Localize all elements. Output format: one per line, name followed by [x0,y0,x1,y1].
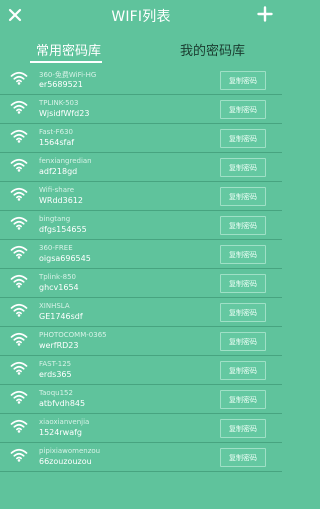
wifi-password: 1524rwafg [39,428,82,437]
page-title: WIFI列表 [111,9,171,25]
wifi-icon [10,129,28,143]
wifi-icon [10,332,28,346]
wifi-list: 360-免费WiFi-HG er5689521 复制密码 TPLINK-503 … [0,66,282,472]
tab-bar: 常用密码库 我的密码库 [0,33,282,63]
wifi-list-item: PHOTOCOMM-0365 werfRD23 复制密码 [0,327,282,356]
title-bar: WIFI列表 [0,0,282,33]
wifi-ssid: TPLINK-503 [39,99,79,107]
wifi-list-item: TPLINK-503 WjsidfWfd23 复制密码 [0,95,282,124]
wifi-ssid: xiaoxianvenjia [39,418,90,426]
wifi-list-item: Tplink-850 ghcv1654 复制密码 [0,269,282,298]
wifi-password: 66zouzouzou [39,457,92,466]
wifi-password: oigsa696545 [39,254,91,263]
wifi-password: werfRD23 [39,341,79,350]
wifi-list-item: XINHSLA GE1746sdf 复制密码 [0,298,282,327]
wifi-password: WjsidfWfd23 [39,109,90,118]
copy-password-button[interactable]: 复制密码 [220,274,266,293]
copy-password-button[interactable]: 复制密码 [220,100,266,119]
wifi-icon [10,419,28,433]
copy-password-button[interactable]: 复制密码 [220,332,266,351]
copy-password-button[interactable]: 复制密码 [220,216,266,235]
wifi-password: er5689521 [39,80,83,89]
wifi-icon [10,245,28,259]
wifi-list-item: FAST-125 erds365 复制密码 [0,356,282,385]
copy-password-button[interactable]: 复制密码 [220,390,266,409]
wifi-ssid: PHOTOCOMM-0365 [39,331,107,339]
wifi-icon [10,274,28,288]
active-tab-indicator [30,61,102,63]
wifi-password: WRdd3612 [39,196,83,205]
copy-password-button[interactable]: 复制密码 [220,419,266,438]
wifi-icon [10,448,28,462]
wifi-ssid: pipixiawomenzou [39,447,101,455]
wifi-icon [10,100,28,114]
wifi-list-item: 360-免费WiFi-HG er5689521 复制密码 [0,66,282,95]
wifi-ssid: fenxiangredian [39,157,92,165]
wifi-icon [10,187,28,201]
wifi-password: adf218gd [39,167,78,176]
wifi-ssid: Fast-F630 [39,128,73,136]
tab-my-passwords[interactable]: 我的密码库 [180,40,245,59]
wifi-ssid: Tplink-850 [39,273,76,281]
row-divider [0,471,282,472]
wifi-list-item: Taoqu152 atbfvdh845 复制密码 [0,385,282,414]
copy-password-button[interactable]: 复制密码 [220,303,266,322]
copy-password-button[interactable]: 复制密码 [220,129,266,148]
wifi-ssid: Wifi-share [39,186,75,194]
wifi-ssid: Taoqu152 [39,389,73,397]
wifi-ssid: XINHSLA [39,302,70,310]
copy-password-button[interactable]: 复制密码 [220,361,266,380]
wifi-ssid: 360-FREE [39,244,73,252]
copy-password-button[interactable]: 复制密码 [220,187,266,206]
wifi-password: atbfvdh845 [39,399,86,408]
wifi-password: ghcv1654 [39,283,79,292]
wifi-icon [10,303,28,317]
wifi-list-item: 360-FREE oigsa696545 复制密码 [0,240,282,269]
copy-password-button[interactable]: 复制密码 [220,448,266,467]
wifi-list-item: xiaoxianvenjia 1524rwafg 复制密码 [0,414,282,443]
wifi-ssid: bingtang [39,215,71,223]
copy-password-button[interactable]: 复制密码 [220,158,266,177]
wifi-password: GE1746sdf [39,312,83,321]
wifi-icon [10,361,28,375]
copy-password-button[interactable]: 复制密码 [220,71,266,90]
wifi-password: erds365 [39,370,72,379]
wifi-list-item: bingtang dfgs154655 复制密码 [0,211,282,240]
wifi-icon [10,216,28,230]
wifi-password: dfgs154655 [39,225,87,234]
wifi-icon [10,390,28,404]
wifi-list-item: fenxiangredian adf218gd 复制密码 [0,153,282,182]
plus-icon[interactable] [257,6,273,22]
wifi-list-item: Fast-F630 1564sfaf 复制密码 [0,124,282,153]
copy-password-button[interactable]: 复制密码 [220,245,266,264]
wifi-ssid: 360-免费WiFi-HG [39,71,97,79]
wifi-icon [10,71,28,85]
wifi-icon [10,158,28,172]
wifi-ssid: FAST-125 [39,360,72,368]
tab-common-passwords[interactable]: 常用密码库 [36,40,101,59]
wifi-password: 1564sfaf [39,138,75,147]
wifi-list-item: Wifi-share WRdd3612 复制密码 [0,182,282,211]
wifi-list-item: pipixiawomenzou 66zouzouzou 复制密码 [0,443,282,472]
